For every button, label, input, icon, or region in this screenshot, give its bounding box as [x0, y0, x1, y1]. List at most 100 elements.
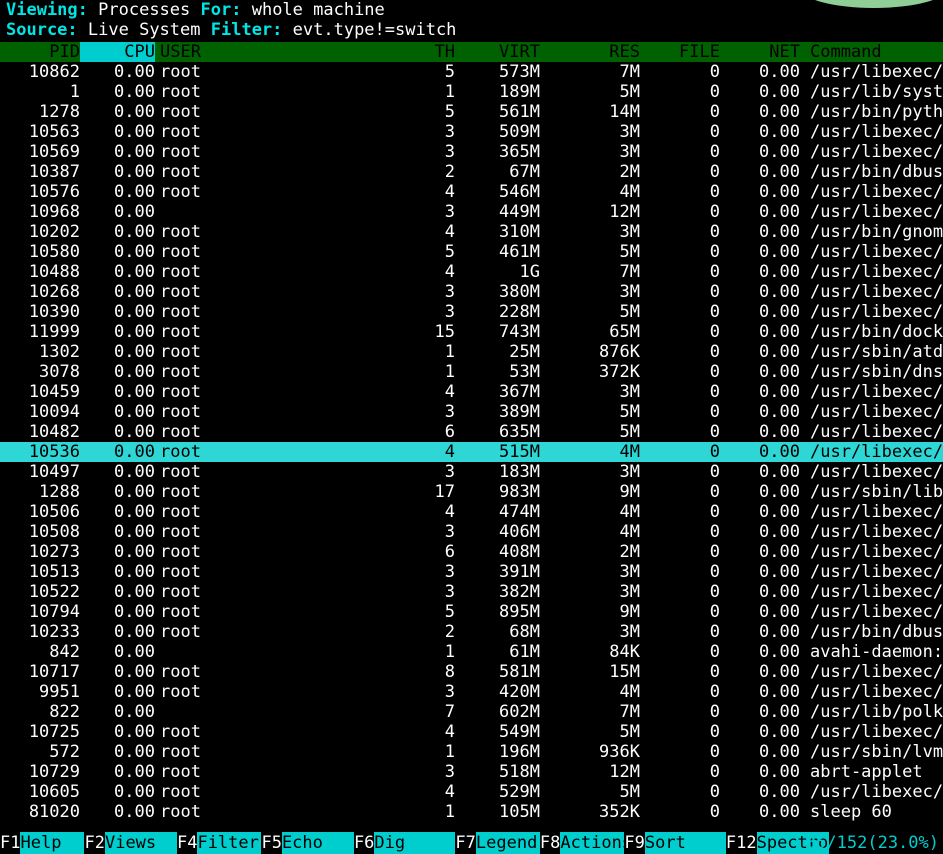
cell-th: 4: [444, 722, 455, 742]
table-row[interactable]: 842 0.00 1 61M 84K 0 0.00 avahi-daemon: chroot …: [0, 642, 943, 662]
table-row[interactable]: 102330.00root268M3M00.00/usr/bin/dbus-da…: [0, 622, 943, 642]
cell-file: 0: [709, 182, 720, 202]
cell-file: 0: [709, 322, 720, 342]
function-key-actions[interactable]: F8Actions: [539, 832, 632, 854]
table-row[interactable]: 103870.00root267M2M00.00/usr/bin/dbus-da…: [0, 162, 943, 182]
cell-cmd: /usr/sbin/dnsmasq --conf-fi: [810, 362, 943, 382]
cell-res: 2M: [619, 162, 640, 182]
cell-net: 0.00: [759, 682, 800, 702]
table-row[interactable]: 30780.00root153M372K00.00/usr/sbin/dnsma…: [0, 362, 943, 382]
cell-user: root: [160, 602, 201, 622]
function-key-legend[interactable]: F7Legend: [455, 832, 540, 854]
cell-user: root: [160, 522, 201, 542]
table-row[interactable]: 12780.00root5561M14M00.00/usr/bin/python…: [0, 102, 943, 122]
table-row[interactable]: 10.00root1189M5M00.00/usr/lib/systemd/sy…: [0, 82, 943, 102]
cell-th: 3: [444, 202, 455, 222]
table-row[interactable]: 81020 0.00 root 1 105M 352K 0 0.00 sleep 60: [0, 802, 943, 822]
cell-cmd: /usr/libexec/gsd-datetime: [810, 782, 943, 802]
function-key-sort[interactable]: F9Sort: [624, 832, 726, 854]
cell-res: 84K: [609, 642, 640, 662]
column-header-th[interactable]: TH: [395, 42, 455, 62]
for-value[interactable]: whole machine: [252, 0, 385, 20]
table-row[interactable]: 107170.00root8581M15M00.00/usr/libexec/t…: [0, 662, 943, 682]
table-row[interactable]: 105690.00root3365M3M00.00/usr/libexec/gs…: [0, 142, 943, 162]
cell-user: root: [160, 362, 201, 382]
filter-value[interactable]: evt.type!=switch: [293, 20, 457, 40]
column-header-res[interactable]: RES: [570, 42, 640, 62]
filter-label: Filter:: [210, 20, 283, 40]
cell-cmd: /usr/sbin/atd -f: [810, 342, 943, 362]
function-key-filter[interactable]: F4Filter: [176, 832, 262, 854]
table-row[interactable]: 105630.00root3509M3M00.00/usr/libexec/gs…: [0, 122, 943, 142]
column-header-net[interactable]: NET: [740, 42, 800, 62]
table-row[interactable]: 11999 0.00 root 15 743M 65M 0 0.00/usr/bin/dock…: [0, 322, 943, 342]
table-row[interactable]: 105220.00root3382M3M00.00/usr/libexec/gv…: [0, 582, 943, 602]
table-row[interactable]: 105080.00root3406M4M00.00/usr/libexec/gv…: [0, 522, 943, 542]
table-row[interactable]: 102730.00root6408M2M00.00/usr/libexec/gv…: [0, 542, 943, 562]
table-row[interactable]: 105130.00root3391M3M00.00/usr/libexec/gv…: [0, 562, 943, 582]
table-row[interactable]: 108620.00root5573M7M00.00/usr/libexec/fw…: [0, 62, 943, 82]
cell-user: root: [160, 542, 201, 562]
cell-th: 4: [444, 442, 455, 462]
table-row[interactable]: 105800.00root5461M5M00.00/usr/libexec/gs…: [0, 242, 943, 262]
table-row[interactable]: 10729 0.00 root 3 518M 12M 0 0.00 abrt-applet: [0, 762, 943, 782]
column-header-command[interactable]: Command: [810, 42, 943, 62]
cell-pid: 10605: [28, 782, 80, 802]
table-row[interactable]: 99510.00root3420M4M00.00/usr/libexec/upo…: [0, 682, 943, 702]
function-key-echo[interactable]: F5Echo: [261, 832, 354, 854]
table-row[interactable]: 102020.00root4310M3M00.00/usr/bin/gnome-…: [0, 222, 943, 242]
cell-file: 0: [709, 662, 720, 682]
function-key-label: Sort: [644, 832, 726, 854]
table-row[interactable]: 105060.00root4474M4M00.00/usr/libexec/mi…: [0, 502, 943, 522]
cell-th: 2: [444, 622, 455, 642]
cell-res: 9M: [619, 602, 640, 622]
column-header-file[interactable]: FILE: [660, 42, 720, 62]
cell-net: 0.00: [759, 202, 800, 222]
column-header-virt[interactable]: VIRT: [470, 42, 540, 62]
table-row[interactable]: 5720.00root1196M936K00.00/usr/sbin/lvmet…: [0, 742, 943, 762]
cell-res: 4M: [619, 442, 640, 462]
cell-th: 4: [444, 502, 455, 522]
viewing-label: Viewing:: [6, 0, 88, 20]
table-row[interactable]: 106050.00root4529M5M00.00/usr/libexec/gs…: [0, 782, 943, 802]
table-row[interactable]: 100940.00root3389M5M00.00/usr/libexec/bo…: [0, 402, 943, 422]
cell-user: root: [160, 262, 201, 282]
cell-net: 0.00: [759, 322, 800, 342]
column-header-user[interactable]: USER: [160, 42, 230, 62]
cell-res: 15M: [609, 662, 640, 682]
table-row[interactable]: 822 0.00 7 602M 7M 0 0.00/usr/lib/polkit-1/pol…: [0, 702, 943, 722]
table-row[interactable]: 10968 0.00 3 449M 12M 0 0.00/usr/libexec/geocl…: [0, 202, 943, 222]
function-key-number: F1: [0, 833, 21, 853]
table-row[interactable]: 104590.00root4367M3M00.00/usr/libexec/ib…: [0, 382, 943, 402]
cell-cpu: 0.00: [114, 422, 155, 442]
table-row[interactable]: 102680.00root3380M3M00.00/usr/libexec/gv…: [0, 282, 943, 302]
cell-virt: 382M: [499, 582, 540, 602]
source-value[interactable]: Live System: [88, 20, 201, 40]
column-header-cpu[interactable]: CPU: [80, 42, 155, 62]
function-key-views[interactable]: F2Views: [84, 832, 177, 854]
table-row[interactable]: 13020.00root125M876K00.00/usr/sbin/atd -…: [0, 342, 943, 362]
table-row[interactable]: 107250.00root4549M5M00.00/usr/libexec/tr…: [0, 722, 943, 742]
cell-file: 0: [709, 502, 720, 522]
viewing-value[interactable]: Processes: [98, 0, 190, 20]
table-row[interactable]: 104820.00root6635M5M00.00/usr/libexec/gn…: [0, 422, 943, 442]
cell-user: root: [160, 322, 201, 342]
table-row[interactable]: 105760.00root4546M4M00.00/usr/libexec/gs…: [0, 182, 943, 202]
function-key-help[interactable]: F1Help: [0, 832, 85, 854]
table-row[interactable]: 12880.00root17983M9M00.00/usr/sbin/libvi…: [0, 482, 943, 502]
table-row[interactable]: 103900.00root3228M5M00.00/usr/libexec/at…: [0, 302, 943, 322]
table-row[interactable]: 104970.00root3183M3M00.00/usr/libexec/dc…: [0, 462, 943, 482]
function-key-dig[interactable]: F6Dig: [353, 832, 456, 854]
column-header-pid[interactable]: PID: [0, 42, 80, 62]
cell-res: 14M: [609, 102, 640, 122]
cell-net: 0.00: [759, 62, 800, 82]
cell-pid: 1278: [39, 102, 80, 122]
table-row[interactable]: 107940.00root5895M9M00.00/usr/libexec/ev…: [0, 602, 943, 622]
cell-net: 0.00: [759, 182, 800, 202]
cell-res: 12M: [609, 202, 640, 222]
cell-user: root: [160, 82, 201, 102]
table-row[interactable]: 104880.00root41G7M00.00/usr/libexec/evol…: [0, 262, 943, 282]
cell-virt: 196M: [499, 742, 540, 762]
table-row[interactable]: 105360.00root4515M4M00.00/usr/libexec/go…: [0, 442, 943, 462]
cell-user: root: [160, 402, 201, 422]
